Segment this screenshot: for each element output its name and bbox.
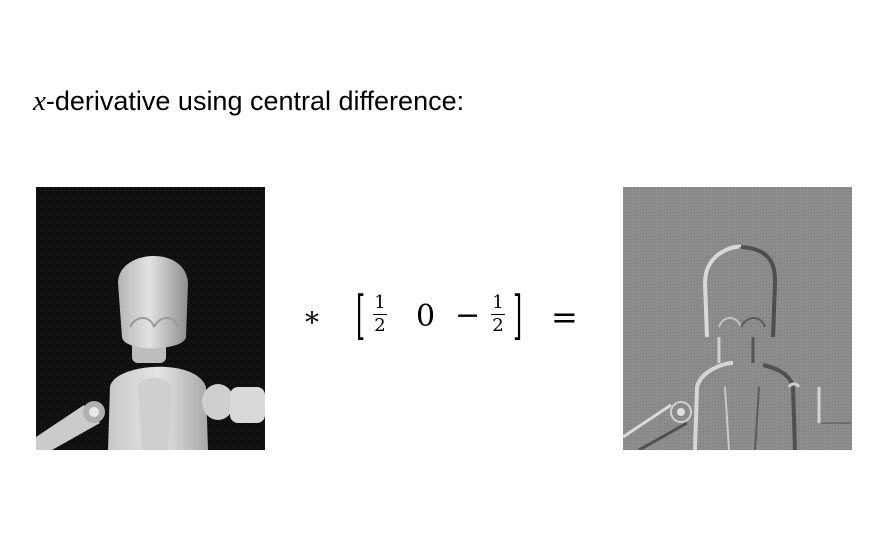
kernel-right-bracket: ] xyxy=(513,286,523,346)
fraction-2-numerator: 1 xyxy=(492,292,504,313)
kernel-minus-sign: − xyxy=(455,298,481,333)
convolution-operator: * xyxy=(305,306,319,339)
kernel-left-bracket: [ xyxy=(356,286,366,346)
output-image xyxy=(623,187,852,450)
kernel-fraction-1: 1 2 xyxy=(373,293,387,336)
kernel-middle-value: 0 xyxy=(416,299,436,334)
fraction-1-numerator: 1 xyxy=(374,292,386,313)
fraction-2-denominator: 2 xyxy=(492,315,504,336)
slide: x-derivative using central difference: *… xyxy=(0,0,892,546)
derivative-photo xyxy=(623,187,852,450)
equals-sign: = xyxy=(551,298,578,336)
mannequin-photo xyxy=(36,187,265,450)
kernel-fraction-2: 1 2 xyxy=(491,293,505,336)
fraction-1-denominator: 2 xyxy=(374,315,386,336)
input-image xyxy=(36,187,265,450)
slide-title: x-derivative using central difference: xyxy=(33,84,464,118)
title-text: -derivative using central difference: xyxy=(45,86,465,116)
title-variable: x xyxy=(33,85,46,117)
